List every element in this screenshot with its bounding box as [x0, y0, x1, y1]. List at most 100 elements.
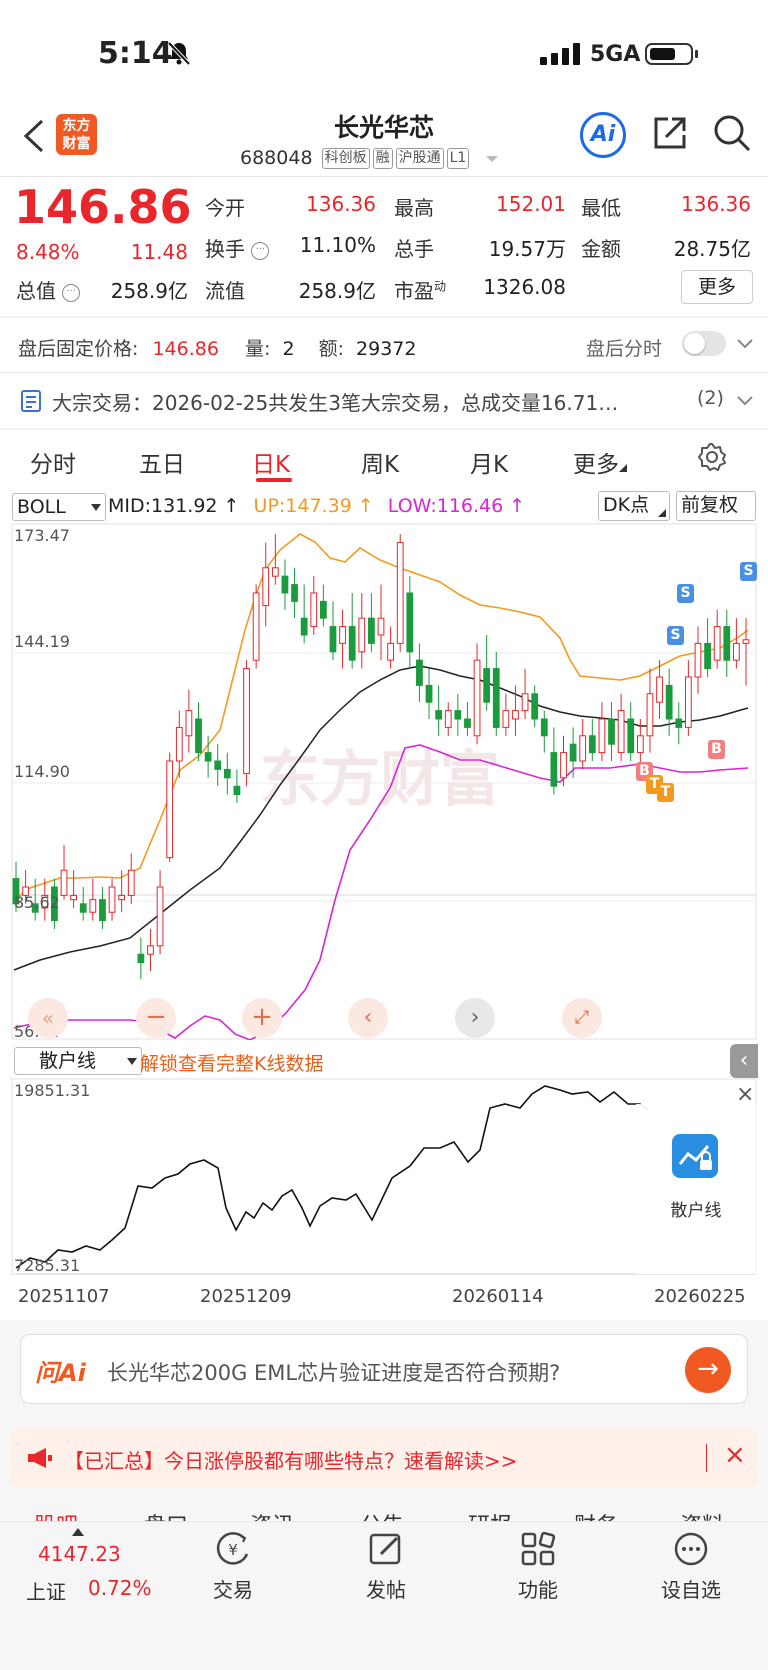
candlestick	[569, 727, 577, 778]
candle-body	[60, 869, 68, 896]
ask-ai-arrow-button[interactable]: →	[685, 1347, 731, 1393]
collapse-panel-button[interactable]: ‹	[730, 1044, 758, 1078]
more-button[interactable]: 更多	[681, 270, 753, 304]
close-icon[interactable]: ×	[724, 1440, 746, 1470]
sell-signal-marker[interactable]: S	[667, 626, 684, 645]
candle-body	[406, 592, 414, 653]
index-change[interactable]: 0.72%	[88, 1576, 152, 1600]
tab-weekly-k[interactable]: 周K	[361, 445, 399, 479]
nav-functions[interactable]: 功能	[493, 1530, 583, 1603]
nav-functions-label: 功能	[518, 1578, 558, 1602]
detail-tab[interactable]: 公告	[360, 1508, 404, 1522]
tab-more[interactable]: 更多	[573, 445, 627, 479]
candle-body	[598, 718, 606, 754]
after-hours-row: 盘后固定价格: 146.86 量: 2 额: 29372	[18, 334, 416, 361]
turnover-label-text: 换手	[205, 237, 245, 261]
fullscreen-button[interactable]: ⤢	[562, 998, 602, 1038]
locked-panel[interactable]: 散户线	[636, 1104, 756, 1274]
candlestick	[281, 559, 289, 610]
after-hours-vol: 2	[282, 338, 295, 360]
detail-tab[interactable]: 股吧	[34, 1508, 78, 1522]
more-dots-icon	[674, 1532, 708, 1566]
sell-signal-marker[interactable]: S	[740, 562, 757, 581]
index-value[interactable]: 4147.23	[38, 1542, 121, 1566]
ask-ai-box[interactable]: 问Ai 长光华芯200G EML芯片验证进度是否符合预期? →	[20, 1334, 748, 1404]
after-hours-toggle[interactable]	[682, 331, 726, 356]
scroll-left-fast-button[interactable]: «	[28, 998, 68, 1038]
tab-monthly-k[interactable]: 月K	[470, 445, 508, 479]
nav-post[interactable]: 发帖	[341, 1530, 431, 1603]
candlestick	[214, 744, 222, 787]
scroll-right-button[interactable]: ›	[455, 998, 495, 1038]
indicator-selector[interactable]: BOLL	[12, 493, 106, 521]
ai-assistant-button[interactable]: Ai	[580, 112, 626, 158]
candlestick	[358, 592, 366, 669]
volume-label: 总手	[394, 237, 434, 261]
nav-trade[interactable]: ¥ 交易	[188, 1530, 278, 1603]
block-trade-text[interactable]: 大宗交易：2026-02-25共发生3笔大宗交易，总成交量16.71…	[52, 387, 687, 416]
candlestick	[319, 584, 327, 627]
nav-watchlist[interactable]: 设自选	[646, 1530, 736, 1603]
settings-gear-icon[interactable]	[697, 442, 727, 472]
network-type: 5GA	[590, 42, 641, 67]
search-icon[interactable]	[712, 113, 752, 153]
chevron-down-icon[interactable]	[736, 338, 754, 350]
candlestick	[502, 693, 510, 736]
info-icon[interactable]: ···	[251, 242, 270, 260]
candle-body	[252, 592, 260, 661]
boll-up: UP:147.39	[253, 495, 352, 517]
retail-line	[15, 1085, 649, 1269]
zoom-in-button[interactable]: +	[242, 998, 282, 1038]
detail-tab[interactable]: 研报	[468, 1508, 512, 1522]
share-icon[interactable]	[652, 115, 688, 151]
tab-intraday[interactable]: 分时	[30, 445, 76, 479]
notice-banner[interactable]: 【已汇总】今日涨停股都有哪些特点？速看解读>> ×	[10, 1428, 758, 1488]
tab-five-day[interactable]: 五日	[139, 445, 185, 479]
candle-body	[483, 668, 491, 703]
divider	[0, 372, 768, 373]
candle-body	[521, 693, 529, 712]
sub-indicator-selector[interactable]: 散户线	[14, 1047, 142, 1075]
buy-signal-marker[interactable]: B	[708, 740, 725, 759]
back-arrow-icon[interactable]	[22, 119, 46, 153]
detail-tab[interactable]: 盘口	[144, 1508, 188, 1522]
t-signal-marker[interactable]: T	[657, 783, 674, 802]
scroll-left-button[interactable]: ‹	[348, 998, 388, 1038]
after-hours-amt-label: 额:	[318, 338, 344, 360]
candle-body	[665, 684, 673, 720]
block-trade-count[interactable]: (2)	[697, 387, 724, 409]
x-tick: 20260114	[452, 1286, 544, 1307]
candlestick	[166, 752, 174, 862]
detail-tab[interactable]: 资讯	[250, 1508, 294, 1522]
signal-icon	[540, 43, 580, 65]
dk-point-label: DK点	[603, 494, 650, 516]
low-label: 最低	[581, 196, 621, 220]
zoom-out-button[interactable]: −	[136, 998, 176, 1038]
tab-daily-k[interactable]: 日K	[252, 445, 290, 479]
stock-code: 688048	[240, 147, 313, 169]
unlock-link[interactable]: 解锁查看完整K线数据	[140, 1049, 323, 1076]
tag-star-market: 科创板	[321, 148, 370, 169]
candle-body	[492, 668, 500, 728]
candlestick	[147, 929, 154, 972]
boll-mid-line	[13, 665, 749, 971]
adjust-button[interactable]: 前复权	[676, 491, 756, 521]
chevron-down-icon[interactable]	[736, 395, 754, 407]
tag-connect: 沪股通	[395, 148, 444, 169]
info-icon[interactable]: ···	[62, 284, 81, 302]
dk-point-button[interactable]: DK点	[598, 491, 670, 521]
dropdown-caret-icon[interactable]	[485, 154, 499, 164]
detail-tab[interactable]: 财务	[574, 1508, 618, 1522]
detail-tab[interactable]: 资料	[680, 1508, 724, 1522]
candle-body	[464, 718, 471, 728]
index-name[interactable]: 上证	[26, 1576, 66, 1605]
candle-body	[281, 575, 289, 594]
volume-value: 19.57万	[488, 237, 566, 261]
candlestick	[588, 718, 596, 761]
candlestick	[175, 710, 183, 778]
high-value: 152.01	[496, 192, 566, 216]
candle-body	[627, 718, 635, 754]
sell-signal-marker[interactable]: S	[677, 584, 694, 603]
candlestick	[608, 702, 615, 761]
candle-body	[127, 869, 135, 896]
